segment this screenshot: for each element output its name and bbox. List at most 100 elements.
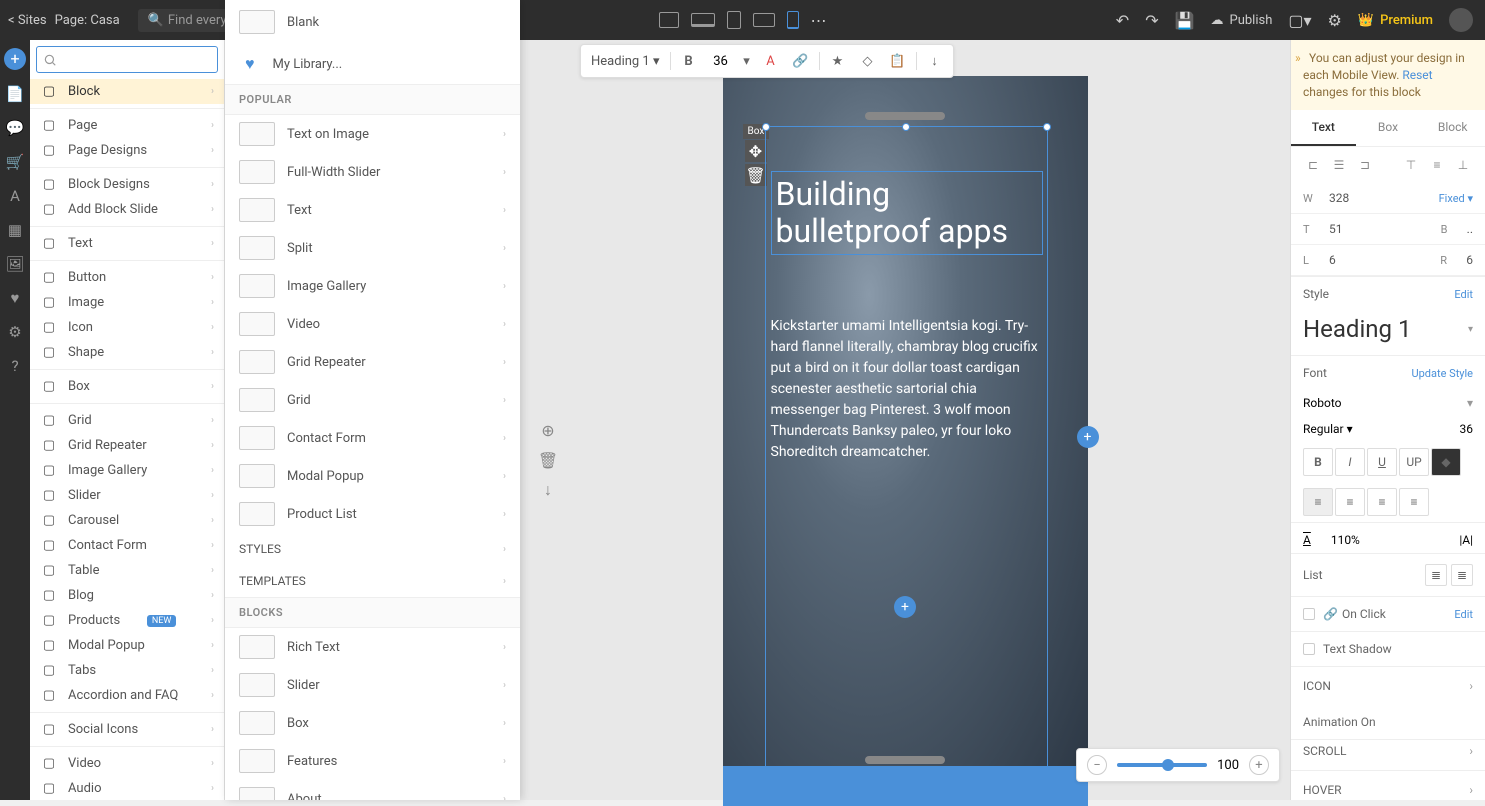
store-icon[interactable]: 🛒 (5, 152, 25, 172)
element-block[interactable]: ▢Block› (30, 79, 224, 104)
block-rich-text[interactable]: Rich Text› (225, 628, 520, 666)
element-text[interactable]: ▢Text› (30, 231, 224, 256)
avatar-icon[interactable] (1449, 8, 1473, 32)
element-add-block-slide[interactable]: ▢Add Block Slide› (30, 197, 224, 222)
templates-item[interactable]: TEMPLATES› (225, 565, 520, 597)
bold-btn[interactable]: B (1303, 448, 1333, 476)
element-box[interactable]: ▢Box› (30, 374, 224, 399)
delete-tool-icon[interactable]: 🗑 (538, 450, 558, 470)
popular-full-width-slider[interactable]: Full-Width Slider› (225, 153, 520, 191)
media-icon[interactable]: 🖼 (5, 254, 25, 274)
uppercase-btn[interactable]: UP (1399, 448, 1429, 476)
tab-box[interactable]: Box (1356, 110, 1421, 146)
sites-link[interactable]: < Sites (8, 13, 47, 28)
bullet-list-btn[interactable]: ≣ (1425, 564, 1447, 586)
popular-split[interactable]: Split› (225, 229, 520, 267)
link-button[interactable]: 🔗 (789, 49, 813, 73)
element-page[interactable]: ▢Page› (30, 113, 224, 138)
my-library-item[interactable]: ♥My Library... (225, 44, 520, 84)
text-icon[interactable]: A (5, 186, 25, 206)
style-name-select[interactable]: Heading 1▾ (1291, 311, 1485, 355)
size-dropdown[interactable]: ▾ (741, 49, 753, 73)
tablet-landscape-icon[interactable] (753, 13, 775, 27)
element-audio[interactable]: ▢Audio› (30, 776, 224, 800)
element-grid-repeater[interactable]: ▢Grid Repeater› (30, 433, 224, 458)
underline-btn[interactable]: U (1367, 448, 1397, 476)
gear-icon[interactable]: ⚙ (5, 322, 25, 342)
block-box[interactable]: Box› (225, 704, 520, 742)
left-value[interactable]: 6 (1329, 253, 1336, 267)
text-align-center[interactable]: ≡ (1335, 488, 1365, 516)
zoom-out-button[interactable]: − (1087, 755, 1107, 775)
italic-btn[interactable]: I (1335, 448, 1365, 476)
zoom-slider[interactable] (1117, 763, 1207, 767)
element-icon[interactable]: ▢Icon› (30, 315, 224, 340)
element-modal-popup[interactable]: ▢Modal Popup› (30, 633, 224, 658)
text-align-left[interactable]: ≡ (1303, 488, 1333, 516)
popular-modal-popup[interactable]: Modal Popup› (225, 457, 520, 495)
comments-icon[interactable]: 💬 (5, 118, 25, 138)
canvas[interactable]: Heading 1 ▾ B ▾ A 🔗 ★ ◇ 📋 ↓ ⊕ 🗑 ↓ Box ✥ … (520, 40, 1290, 800)
scroll-accordion[interactable]: SCROLL› (1291, 739, 1485, 770)
align-left-icon[interactable]: ⊏ (1303, 157, 1323, 173)
search-input[interactable] (36, 46, 218, 73)
add-tool-icon[interactable]: ⊕ (538, 420, 558, 440)
element-products[interactable]: ▢ProductsNEW› (30, 608, 224, 633)
zoom-in-button[interactable]: + (1249, 755, 1269, 775)
tab-text[interactable]: Text (1291, 110, 1356, 146)
trash-handle-icon[interactable]: 🗑 (745, 164, 767, 186)
popular-text[interactable]: Text› (225, 191, 520, 229)
line-height-value[interactable]: 110% (1331, 533, 1360, 547)
shadow-checkbox[interactable] (1303, 643, 1315, 655)
bottom-value[interactable]: .. (1467, 222, 1473, 236)
copy-button[interactable]: 📋 (886, 49, 910, 73)
width-value[interactable]: 328 (1329, 191, 1349, 205)
popular-grid-repeater[interactable]: Grid Repeater› (225, 343, 520, 381)
block-about[interactable]: About› (225, 780, 520, 800)
style-edit-link[interactable]: Edit (1454, 288, 1473, 301)
blank-item[interactable]: Blank (225, 0, 520, 44)
popular-video[interactable]: Video› (225, 305, 520, 343)
favorites-icon[interactable]: ♥ (5, 288, 25, 308)
redo-icon[interactable]: ↷ (1145, 11, 1158, 30)
element-grid[interactable]: ▢Grid› (30, 408, 224, 433)
bold-button[interactable]: B (677, 49, 701, 73)
element-social-icons[interactable]: ▢Social Icons› (30, 717, 224, 742)
element-contact-form[interactable]: ▢Contact Form› (30, 533, 224, 558)
onclick-edit[interactable]: Edit (1454, 608, 1473, 621)
number-list-btn[interactable]: ≣ (1451, 564, 1473, 586)
popular-grid[interactable]: Grid› (225, 381, 520, 419)
laptop-icon[interactable] (691, 13, 715, 27)
text-align-right[interactable]: ≡ (1367, 488, 1397, 516)
layout-icon[interactable]: ▦ (5, 220, 25, 240)
preview-icon[interactable]: ▢▾ (1288, 11, 1311, 30)
element-image[interactable]: ▢Image› (30, 290, 224, 315)
update-style-link[interactable]: Update Style (1412, 367, 1474, 380)
font-size-input[interactable] (707, 54, 735, 69)
publish-button[interactable]: ☁ Publish (1211, 13, 1273, 28)
heading-text[interactable]: Building bulletproof apps (771, 171, 1043, 255)
tablet-portrait-icon[interactable] (727, 11, 741, 29)
heading-select[interactable]: Heading 1 ▾ (587, 52, 664, 71)
more-devices-icon[interactable]: ⋯ (811, 11, 827, 30)
element-carousel[interactable]: ▢Carousel› (30, 508, 224, 533)
popular-contact-form[interactable]: Contact Form› (225, 419, 520, 457)
align-right-icon[interactable]: ⊐ (1355, 157, 1375, 173)
valign-top-icon[interactable]: ⊤ (1401, 157, 1421, 173)
popular-image-gallery[interactable]: Image Gallery› (225, 267, 520, 305)
element-table[interactable]: ▢Table› (30, 558, 224, 583)
element-image-gallery[interactable]: ▢Image Gallery› (30, 458, 224, 483)
element-blog[interactable]: ▢Blog› (30, 583, 224, 608)
valign-bottom-icon[interactable]: ⊥ (1453, 157, 1473, 173)
text-align-justify[interactable]: ≡ (1399, 488, 1429, 516)
desktop-icon[interactable] (659, 12, 679, 28)
help-icon[interactable]: ? (5, 356, 25, 376)
right-value[interactable]: 6 (1466, 253, 1473, 267)
onclick-checkbox[interactable] (1303, 608, 1315, 620)
add-right-button[interactable]: + (1077, 426, 1099, 448)
block-slider[interactable]: Slider› (225, 666, 520, 704)
page-icon[interactable]: 📄 (5, 84, 25, 104)
undo-icon[interactable]: ↶ (1116, 11, 1129, 30)
mobile-icon[interactable] (787, 11, 799, 29)
move-down-icon[interactable]: ↓ (538, 480, 558, 500)
